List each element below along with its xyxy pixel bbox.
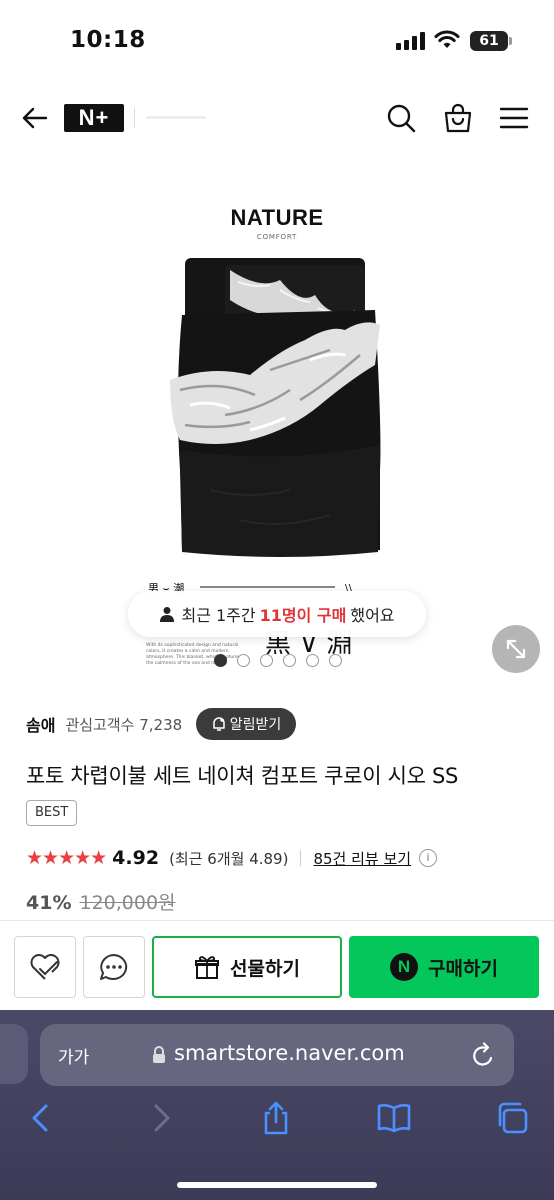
naver-plus-logo[interactable]: N+ <box>64 104 124 132</box>
star-rating-icon: ★★★★★ <box>26 847 107 869</box>
purchase-suffix: 했어요 <box>350 606 395 625</box>
menu-icon[interactable] <box>498 102 530 134</box>
slide-dot[interactable] <box>306 654 319 667</box>
gift-label: 선물하기 <box>230 957 300 980</box>
forward-icon[interactable] <box>142 1100 178 1136</box>
purchase-notice: 최근 1주간 11명이 구매 했어요 <box>128 591 426 637</box>
slide-dot[interactable] <box>283 654 296 667</box>
buy-button[interactable]: N 구매하기 <box>349 936 539 998</box>
page-settings-button[interactable]: 가가 <box>58 1043 89 1068</box>
divider <box>300 850 302 866</box>
gift-icon <box>195 956 220 979</box>
cellular-signal-icon <box>396 32 426 50</box>
svg-text:With its sophisticated design: With its sophisticated design and natura… <box>146 642 238 648</box>
discount-rate: 41% <box>26 892 72 914</box>
buy-label: 구매하기 <box>428 957 498 980</box>
home-indicator <box>177 1182 377 1188</box>
share-icon[interactable] <box>258 1100 294 1136</box>
bookmarks-icon[interactable] <box>376 1100 412 1136</box>
slide-dot[interactable] <box>214 654 227 667</box>
rating-row: ★★★★★ 4.92 (최근 6개월 4.89) 85건 리뷰 보기 i <box>26 844 438 872</box>
logo-divider <box>134 108 135 128</box>
browser-toolbar: 가가 smartstore.naver.com <box>0 1010 554 1200</box>
price-row: 41% 120,000원 <box>26 888 176 915</box>
url-text: smartstore.naver.com <box>174 1041 405 1065</box>
slide-indicator <box>214 654 342 667</box>
product-title: 포토 차렵이불 세트 네이쳐 컴포트 쿠로이 시오 SS <box>26 764 459 788</box>
store-logo-faint <box>146 116 206 119</box>
wifi-icon <box>434 30 460 48</box>
tabs-icon[interactable] <box>494 1100 530 1136</box>
slide-dot[interactable] <box>237 654 250 667</box>
purchase-prefix: 최근 1주간 <box>181 606 256 625</box>
purchase-highlight: 11명이 구매 <box>259 606 347 625</box>
status-bar: 10:18 61 <box>0 0 554 80</box>
rating-value: 4.92 <box>112 847 160 869</box>
reviews-link[interactable]: 85건 리뷰 보기 <box>313 848 411 869</box>
previous-tab-peek[interactable] <box>0 1024 28 1084</box>
slide-dot[interactable] <box>329 654 342 667</box>
store-info: 솜애 관심고객수 7,238 <box>26 708 182 740</box>
naver-pay-icon: N <box>390 953 419 981</box>
expand-icon <box>506 639 526 659</box>
app-header: N+ <box>0 88 554 148</box>
follower-count: 관심고객수 7,238 <box>65 715 183 734</box>
gift-button[interactable]: 선물하기 <box>152 936 342 998</box>
back-icon[interactable] <box>24 1100 60 1136</box>
purchase-action-bar: 선물하기 N 구매하기 <box>0 920 554 1010</box>
slide-dot[interactable] <box>260 654 273 667</box>
person-icon <box>160 607 175 622</box>
address-bar[interactable]: 가가 smartstore.naver.com <box>40 1024 514 1086</box>
notify-label: 알림받기 <box>229 717 282 733</box>
heart-check-icon <box>30 954 60 980</box>
shopping-bag-icon[interactable] <box>442 102 474 134</box>
chat-bubble-icon <box>100 954 128 980</box>
bell-plus-icon <box>212 717 225 731</box>
lock-icon <box>153 1046 165 1063</box>
store-name[interactable]: 솜애 <box>26 712 55 736</box>
info-icon[interactable]: i <box>419 849 438 867</box>
best-badge: BEST <box>26 800 78 826</box>
status-time: 10:18 <box>70 27 146 53</box>
reload-icon[interactable] <box>470 1041 496 1069</box>
battery-icon: 61 <box>470 31 512 51</box>
wishlist-button[interactable] <box>14 936 76 998</box>
notify-button[interactable]: 알림받기 <box>196 708 296 740</box>
original-price: 120,000원 <box>79 892 176 914</box>
search-icon[interactable] <box>385 102 417 134</box>
expand-image-button[interactable] <box>492 625 540 673</box>
talk-button[interactable] <box>83 936 145 998</box>
recent-rating: (최근 6개월 4.89) <box>169 849 289 868</box>
back-arrow-icon[interactable] <box>18 102 50 134</box>
